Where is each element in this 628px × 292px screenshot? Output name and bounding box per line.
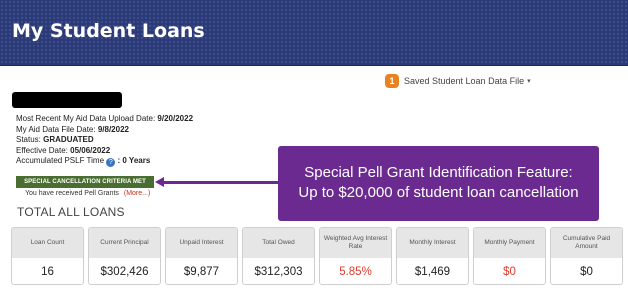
- saved-file-menu[interactable]: 1 Saved Student Loan Data File ▾: [385, 73, 531, 89]
- card-value: $0: [503, 265, 516, 278]
- monthly-interest-card: Monthly Interest $1,469: [396, 227, 469, 285]
- card-value: $312,303: [254, 265, 303, 278]
- callout-arrow-line: [160, 181, 278, 184]
- unpaid-interest-card: Unpaid Interest $9,877: [165, 227, 238, 285]
- loan-info-block: Most Recent My Aid Data Upload Date: 9/2…: [16, 114, 193, 167]
- cancellation-criteria-badge: SPECIAL CANCELLATION CRITERIA MET: [16, 176, 154, 188]
- status-label: Status:: [16, 135, 41, 144]
- effective-date-row: Effective Date: 05/06/2022: [16, 146, 193, 157]
- interest-rate-card: Weighted Avg Interest Rate 5.85%: [319, 227, 392, 285]
- page-header: My Student Loans: [0, 0, 628, 66]
- pell-grant-text: You have received Pell Grants: [25, 190, 119, 197]
- card-value: $9,877: [183, 265, 220, 278]
- card-value: $0: [580, 265, 593, 278]
- status-row: Status: GRADUATED: [16, 135, 193, 146]
- loan-count-card: Loan Count 16: [11, 227, 84, 285]
- card-label: Weighted Avg Interest Rate: [320, 228, 391, 258]
- page-title: My Student Loans: [12, 20, 205, 42]
- card-label: Current Principal: [89, 228, 160, 258]
- card-label: Unpaid Interest: [166, 228, 237, 258]
- chevron-down-icon: ▾: [527, 78, 531, 85]
- card-label: Monthly Interest: [397, 228, 468, 258]
- card-label: Total Owed: [243, 228, 314, 258]
- file-date-label: My Aid Data File Date:: [16, 124, 96, 134]
- monthly-payment-card: Monthly Payment $0: [473, 227, 546, 285]
- card-label: Monthly Payment: [474, 228, 545, 258]
- pslf-time-label: Accumulated PSLF Time: [16, 156, 105, 165]
- total-all-loans-title: TOTAL ALL LOANS: [17, 205, 125, 219]
- upload-date-value: 9/20/2022: [157, 114, 194, 123]
- total-owed-card: Total Owed $312,303: [242, 227, 315, 285]
- effective-date-value: 05/06/2022: [70, 145, 111, 155]
- file-date-row: My Aid Data File Date: 9/8/2022: [16, 125, 193, 136]
- callout-line-1: Special Pell Grant Identification Featur…: [304, 164, 573, 181]
- callout-line-2: Up to $20,000 of student loan cancellati…: [298, 184, 579, 201]
- pslf-time-row: Accumulated PSLF Time ? : 0 Years: [16, 156, 193, 167]
- cumulative-paid-card: Cumulative Paid Amount $0: [550, 227, 623, 285]
- current-principal-card: Current Principal $302,426: [88, 227, 161, 285]
- card-value: 16: [41, 265, 54, 278]
- card-label: Cumulative Paid Amount: [551, 228, 622, 258]
- redacted-name: [12, 92, 122, 108]
- pell-grant-notice: You have received Pell Grants (More...): [25, 190, 150, 197]
- card-value: $302,426: [100, 265, 149, 278]
- pell-feature-callout: Special Pell Grant Identification Featur…: [278, 146, 599, 221]
- loan-totals-grid: Loan Count 16 Current Principal $302,426…: [11, 227, 623, 287]
- card-label: Loan Count: [12, 228, 83, 258]
- upload-date-label: Most Recent My Aid Data Upload Date:: [16, 114, 156, 123]
- effective-date-label: Effective Date:: [16, 145, 68, 155]
- question-circle-icon[interactable]: ?: [106, 158, 116, 167]
- card-value: $1,469: [414, 265, 451, 278]
- saved-file-count-badge: 1: [385, 74, 399, 88]
- file-date-value: 9/8/2022: [97, 124, 129, 134]
- pslf-time-value: : 0 Years: [117, 156, 151, 165]
- card-value: 5.85%: [339, 265, 372, 278]
- saved-file-label: Saved Student Loan Data File: [404, 76, 525, 86]
- pell-more-link[interactable]: (More...): [124, 190, 150, 197]
- upload-date-row: Most Recent My Aid Data Upload Date: 9/2…: [16, 114, 193, 125]
- status-value: GRADUATED: [43, 135, 94, 144]
